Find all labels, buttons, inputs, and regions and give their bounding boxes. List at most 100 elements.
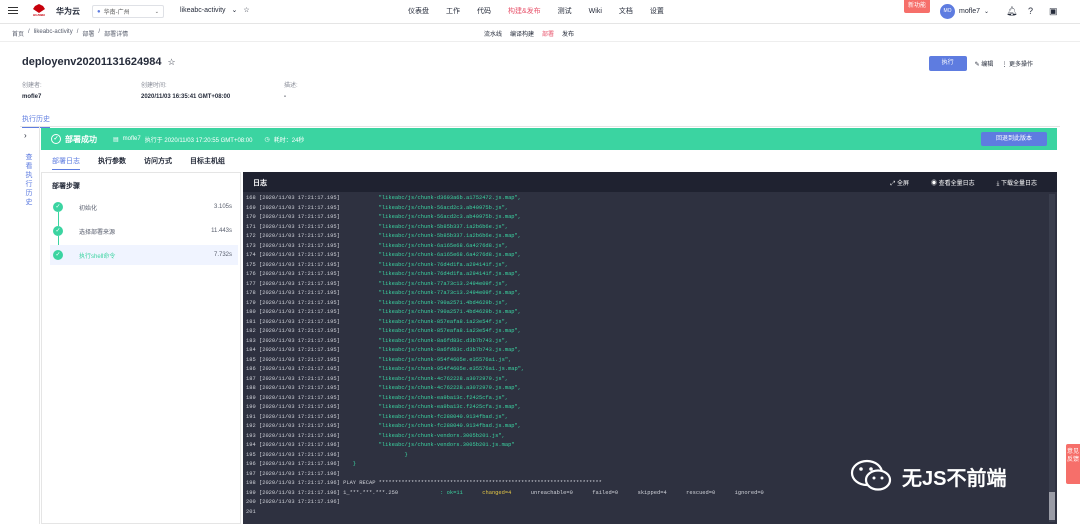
log-line: 185 [2020/11/03 17:21:17.195] "likeabc/j…: [246, 356, 1046, 366]
menu-icon[interactable]: [8, 5, 18, 17]
step-item[interactable]: ✓ 初始化 3.105s: [50, 197, 238, 217]
exec-duration: 耗时：24秒: [273, 137, 305, 144]
clock-icon: ◷: [264, 136, 270, 143]
chevron-down-icon: ⌄: [231, 7, 238, 14]
watermark-text: 无JS不前端: [902, 467, 1007, 490]
more-actions-button[interactable]: ⋮ 更多操作: [1001, 59, 1033, 68]
view-full-log-button[interactable]: ◉ 查看全量日志: [931, 178, 975, 188]
log-text: "likeabc/js/chunk-ea9ba13c.f2425cfa.js.m…: [378, 404, 522, 410]
log-line-number: 169: [246, 204, 256, 211]
edit-label: 编辑: [981, 62, 994, 68]
divider: [20, 126, 1060, 127]
breadcrumb-separator: /: [28, 29, 30, 35]
log-title: 日志: [253, 180, 267, 187]
log-timestamp: [2020/11/03 17:21:17.195]: [258, 299, 340, 306]
fullscreen-label: 全屏: [896, 181, 909, 187]
huawei-logo[interactable]: HUAWEI: [28, 4, 50, 20]
check-circle-icon: ✓: [51, 134, 61, 144]
log-line-number: 198: [246, 480, 256, 486]
log-timestamp: [2020/11/03 17:21:17.195]: [258, 318, 340, 325]
recap-field: failed=0: [592, 489, 619, 496]
nav-item[interactable]: 测试: [558, 0, 572, 24]
log-text: "likeabc/js/chunk-790a2571.4bd4629b.js.m…: [378, 309, 522, 315]
sub-nav-tab[interactable]: 发布: [562, 29, 574, 38]
nav-item[interactable]: 构建&发布: [508, 0, 541, 24]
check-circle-icon: ✓: [53, 250, 63, 260]
log-line: 183 [2020/11/03 17:21:17.195] "likeabc/j…: [246, 337, 1046, 347]
rollback-button[interactable]: 回退到此版本: [981, 132, 1047, 146]
brand-name[interactable]: 华为云: [56, 6, 80, 17]
log-line: 188 [2020/11/03 17:21:17.195] "likeabc/j…: [246, 384, 1046, 394]
check-circle-icon: ✓: [53, 226, 63, 236]
step-item[interactable]: ✓ 执行shell命令 7.732s: [50, 245, 238, 265]
log-line-number: 174: [246, 252, 256, 258]
log-timestamp: [2020/11/03 17:21:17.196]: [258, 499, 340, 505]
star-icon[interactable]: ☆: [243, 6, 249, 14]
new-feature-badge[interactable]: 新功能: [904, 0, 930, 13]
log-timestamp: [2020/11/03 17:21:17.195]: [258, 309, 340, 315]
log-line-number: 185: [246, 356, 256, 363]
log-line: 201: [246, 508, 1046, 518]
detail-tab[interactable]: 访问方式: [144, 156, 172, 170]
log-line: 189 [2020/11/03 17:21:17.195] "likeabc/j…: [246, 394, 1046, 404]
sub-nav-tab[interactable]: 部署: [542, 29, 554, 38]
log-text: 1_***.***.***.250: [343, 489, 399, 496]
recap-field: changed=4: [482, 489, 512, 496]
step-duration: 11.443s: [211, 228, 232, 234]
feedback-button[interactable]: 意见反馈: [1066, 444, 1080, 484]
view-history-link[interactable]: 查看执行历史: [24, 153, 34, 207]
star-icon[interactable]: ☆: [167, 57, 175, 68]
detail-tab[interactable]: 执行参数: [98, 156, 126, 170]
log-line-number: 171: [246, 223, 256, 230]
bell-icon[interactable]: 🔔︎: [1006, 6, 1017, 17]
log-line: 190 [2020/11/03 17:21:17.195] "likeabc/j…: [246, 403, 1046, 413]
chevron-right-icon[interactable]: ›: [24, 131, 27, 140]
recap-field: ignored=0: [734, 489, 764, 496]
fullscreen-button[interactable]: ⤢ 全屏: [890, 178, 909, 188]
log-text: "likeabc/js/chunk-56acd2c3.ab40975b.js.m…: [378, 214, 522, 220]
exec-user: mofle7: [122, 136, 141, 142]
nav-item[interactable]: Wiki: [589, 0, 602, 24]
step-item[interactable]: ✓ 选择部署来源 11.443s: [50, 221, 238, 241]
sub-nav-tab[interactable]: 流水线: [484, 29, 502, 38]
breadcrumb-item[interactable]: likeabc-activity: [34, 29, 73, 38]
log-text: "likeabc/js/chunk-76d4d1fa.a294141f.js",: [378, 261, 509, 268]
run-button[interactable]: 执行: [928, 56, 967, 71]
project-selector[interactable]: likeabc-activity ⌄ ☆: [180, 6, 250, 15]
log-line: 184 [2020/11/03 17:21:17.195] "likeabc/j…: [246, 346, 1046, 356]
breadcrumb-item[interactable]: 部署详情: [104, 29, 128, 38]
user-menu[interactable]: MO mofle7 ⌄: [940, 4, 989, 19]
log-scrollbar[interactable]: [1049, 194, 1055, 522]
detail-tab[interactable]: 目标主机组: [190, 156, 225, 170]
nav-item[interactable]: 设置: [650, 0, 664, 24]
nav-item[interactable]: 工作: [446, 0, 460, 24]
log-line-number: 175: [246, 261, 256, 268]
detail-tab[interactable]: 部署日志: [52, 156, 80, 170]
breadcrumb-item[interactable]: 部署: [82, 29, 94, 38]
log-timestamp: [2020/11/03 17:21:17.195]: [258, 366, 340, 372]
log-text: "likeabc/js/chunk-fc288040.9134fbad.js",: [378, 413, 509, 420]
nav-item[interactable]: 文档: [619, 0, 633, 24]
log-timestamp: [2020/11/03 17:21:17.195]: [258, 204, 340, 211]
help-icon[interactable]: ?: [1028, 6, 1033, 16]
expand-icon: ⤢: [890, 181, 896, 187]
sub-nav-tab[interactable]: 编译构建: [510, 29, 534, 38]
document-icon[interactable]: ▣: [1049, 6, 1058, 17]
log-line-number: 197: [246, 470, 256, 477]
log-timestamp: [2020/11/03 17:21:17.195]: [258, 375, 340, 382]
region-selector[interactable]: ● 华南-广州 ⌄: [92, 5, 164, 18]
breadcrumb-item[interactable]: 首页: [12, 29, 24, 38]
log-timestamp: [2020/11/03 17:21:17.196]: [258, 461, 340, 467]
edit-button[interactable]: ✎ 编辑: [975, 59, 994, 68]
log-text: "likeabc/js/chunk-vendors.3005b201.js",: [378, 432, 505, 439]
nav-item[interactable]: 代码: [477, 0, 491, 24]
nav-item[interactable]: 仪表盘: [408, 0, 429, 24]
download-log-button[interactable]: ⤓ 下载全量日志: [997, 178, 1037, 188]
log-line: 178 [2020/11/03 17:21:17.195] "likeabc/j…: [246, 289, 1046, 299]
log-text: "likeabc/js/chunk-56acd2c3.ab40975b.js",: [378, 204, 509, 211]
log-text: }: [404, 451, 408, 458]
log-timestamp: [2020/11/03 17:21:17.195]: [258, 223, 340, 230]
scrollbar-thumb[interactable]: [1049, 492, 1055, 520]
log-line-number: 181: [246, 318, 256, 325]
log-line: 176 [2020/11/03 17:21:17.195] "likeabc/j…: [246, 270, 1046, 280]
